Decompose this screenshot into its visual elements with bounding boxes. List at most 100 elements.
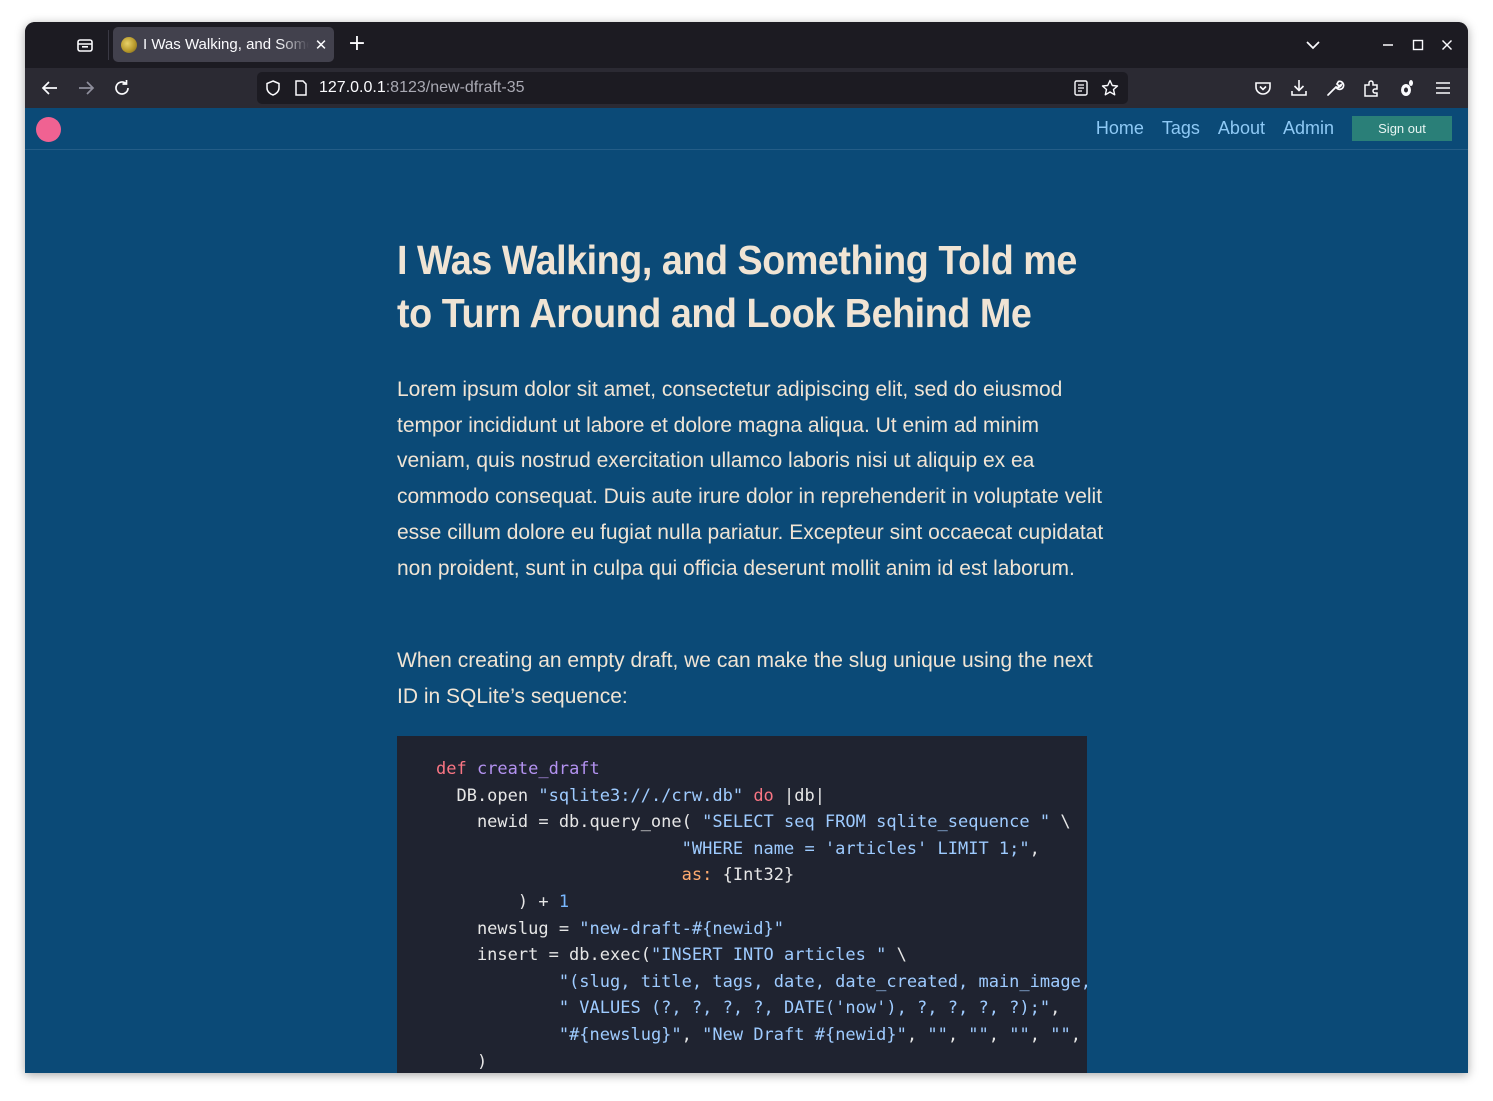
code-token: "" bbox=[927, 1024, 948, 1045]
code-token: "New Draft #{newid}" bbox=[702, 1024, 907, 1045]
code-token: "sqlite3://./crw.db" bbox=[538, 785, 744, 806]
url-path: :8123/new-dfraft-35 bbox=[385, 79, 525, 96]
code-token: "#{newslug}" bbox=[558, 1024, 682, 1045]
code-token: create_draft bbox=[476, 759, 600, 779]
code-token: "" bbox=[968, 1024, 989, 1045]
code-token: , bbox=[906, 1024, 928, 1045]
code-token: "INSERT INTO articles " bbox=[650, 945, 887, 966]
code-token: "new-draft-#{newid}" bbox=[579, 918, 784, 939]
tab-separator bbox=[108, 30, 109, 60]
code-line: DB.open "sqlite3://./crw.db" do |db| bbox=[436, 783, 1087, 810]
code-line: def create_draft bbox=[436, 756, 1087, 783]
code-token: "SELECT seq FROM sqlite_sequence " bbox=[702, 812, 1051, 833]
code-line: " VALUES (?, ?, ?, ?, DATE('now'), ?, ?,… bbox=[436, 995, 1087, 1022]
code-token: \ bbox=[1050, 812, 1071, 833]
star-icon[interactable] bbox=[1100, 78, 1120, 98]
favicon-icon bbox=[121, 36, 137, 53]
article: I Was Walking, and Something Told me to … bbox=[397, 234, 1117, 1073]
code-line: insert = db.exec("INSERT INTO articles "… bbox=[436, 942, 1087, 969]
code-token: , bbox=[1050, 998, 1061, 1019]
article-paragraph: When creating an empty draft, we can mak… bbox=[397, 649, 1093, 708]
sign-out-button[interactable]: Sign out bbox=[1352, 116, 1452, 141]
reload-icon[interactable] bbox=[111, 77, 133, 99]
code-line: newid = db.query_one( "SELECT seq FROM s… bbox=[436, 809, 1087, 836]
code-line: "WHERE name = 'articles' LIMIT 1;", bbox=[436, 836, 1087, 863]
nav-link-about[interactable]: About bbox=[1218, 118, 1265, 139]
code-token: 1 bbox=[558, 891, 570, 912]
code-text: def create_draft DB.open "sqlite3://./cr… bbox=[436, 756, 1087, 1073]
code-token: do bbox=[753, 785, 774, 806]
code-line: "#{newslug}", "New Draft #{newid}", "", … bbox=[436, 1022, 1087, 1049]
article-paragraph: Lorem ipsum dolor sit amet, consectetur … bbox=[397, 378, 1104, 580]
site-nav-links: Home Tags About Admin bbox=[1078, 118, 1334, 139]
code-token: ) bbox=[436, 1051, 488, 1072]
code-token: "" bbox=[1050, 1024, 1071, 1045]
code-line: newslug = "new-draft-#{newid}" bbox=[436, 916, 1087, 943]
code-token: \ bbox=[886, 945, 907, 966]
code-line: as: {Int32} bbox=[436, 862, 1087, 889]
chevron-down-icon[interactable] bbox=[1302, 34, 1324, 56]
minimize-icon[interactable] bbox=[1377, 34, 1399, 56]
code-line: "(slug, title, tags, date, date_created,… bbox=[436, 969, 1087, 996]
menu-icon[interactable] bbox=[1432, 77, 1454, 99]
extensions-icon[interactable] bbox=[1360, 77, 1382, 99]
code-token: "" bbox=[1009, 1024, 1030, 1045]
tab-strip: I Was Walking, and Something Told me to … bbox=[25, 22, 1468, 68]
plus-icon[interactable]: + bbox=[345, 33, 369, 57]
site-header: Home Tags About Admin Sign out bbox=[25, 108, 1468, 150]
nav-link-admin[interactable]: Admin bbox=[1283, 118, 1334, 139]
code-token: {Int32} bbox=[712, 865, 795, 886]
code-token: newid = db.query_one( bbox=[436, 812, 703, 833]
navigation-toolbar: 127.0.0.1:8123/new-dfraft-35 bbox=[25, 68, 1468, 108]
code-token: as: bbox=[681, 865, 713, 886]
close-icon[interactable]: ✕ bbox=[313, 37, 329, 53]
code-token: , bbox=[1029, 1024, 1051, 1045]
back-arrow-icon[interactable] bbox=[39, 77, 61, 99]
url-bar[interactable]: 127.0.0.1:8123/new-dfraft-35 bbox=[257, 72, 1128, 104]
maximize-icon[interactable] bbox=[1407, 34, 1429, 56]
shield-icon[interactable] bbox=[263, 78, 283, 98]
download-icon[interactable] bbox=[1288, 77, 1310, 99]
code-token: , bbox=[988, 1024, 1010, 1045]
code-token: , bbox=[1029, 838, 1040, 859]
pocket-icon[interactable] bbox=[1252, 77, 1274, 99]
reader-view-icon[interactable] bbox=[1072, 79, 1090, 97]
article-title: I Was Walking, and Something Told me to … bbox=[397, 237, 1077, 336]
tab-list-icon[interactable] bbox=[75, 35, 95, 55]
code-token: |db| bbox=[773, 785, 825, 806]
code-token: "(slug, title, tags, date, date_created,… bbox=[558, 971, 1087, 992]
site-logo[interactable] bbox=[36, 117, 61, 142]
window-close-icon[interactable] bbox=[1436, 34, 1458, 56]
code-token: " VALUES (?, ?, ?, ?, DATE('now'), ?, ?,… bbox=[558, 998, 1051, 1019]
forward-arrow-icon[interactable] bbox=[75, 77, 97, 99]
code-token: , bbox=[947, 1024, 969, 1045]
code-token: , bbox=[681, 1024, 703, 1045]
code-line: ) bbox=[436, 1049, 1087, 1073]
code-token: "WHERE name = 'articles' LIMIT 1;" bbox=[681, 838, 1030, 859]
code-line: ) + 1 bbox=[436, 889, 1087, 916]
wrench-icon[interactable] bbox=[1324, 77, 1346, 99]
code-token: newslug = bbox=[436, 918, 580, 939]
nav-link-home[interactable]: Home bbox=[1096, 118, 1144, 139]
active-tab[interactable]: I Was Walking, and Something Told me to … bbox=[113, 27, 334, 62]
tab-title: I Was Walking, and Something Told me to … bbox=[143, 36, 309, 53]
code-token: , bbox=[1070, 1024, 1081, 1045]
code-token: def bbox=[436, 759, 477, 779]
nav-link-tags[interactable]: Tags bbox=[1162, 118, 1200, 139]
url-text[interactable]: 127.0.0.1:8123/new-dfraft-35 bbox=[319, 79, 524, 97]
url-host: 127.0.0.1 bbox=[319, 79, 386, 96]
code-token: ) + bbox=[436, 891, 559, 912]
code-token: insert = db.exec( bbox=[436, 945, 651, 966]
web-page: Home Tags About Admin Sign out I Was Wal… bbox=[25, 108, 1468, 1073]
code-token: DB.open bbox=[436, 785, 539, 806]
browser-window: I Was Walking, and Something Told me to … bbox=[25, 22, 1468, 1073]
gnome-icon[interactable] bbox=[1396, 77, 1418, 99]
page-icon bbox=[295, 80, 307, 96]
code-block: def create_draft DB.open "sqlite3://./cr… bbox=[397, 736, 1087, 1073]
